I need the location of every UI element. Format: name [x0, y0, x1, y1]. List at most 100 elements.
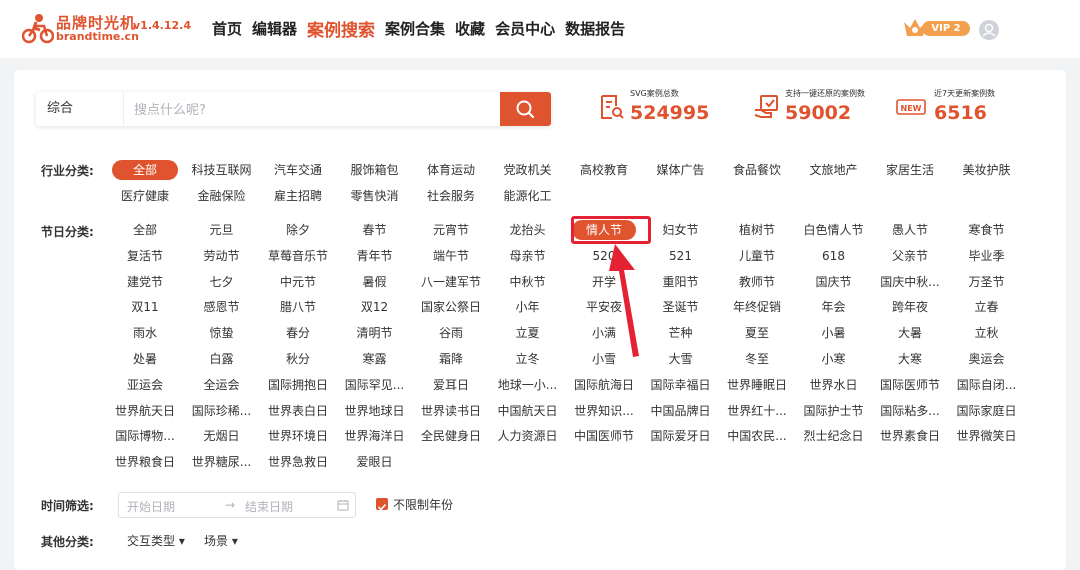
holiday-tag[interactable]: 小暑 — [798, 323, 870, 343]
holiday-tag[interactable]: 中国农民... — [721, 426, 793, 446]
holiday-tag[interactable]: 跨年夜 — [874, 297, 946, 317]
search-type-select[interactable]: 综合 — [36, 92, 124, 126]
holiday-tag[interactable]: 端午节 — [415, 246, 487, 266]
holiday-tag[interactable]: 七夕 — [186, 272, 258, 292]
industry-tag[interactable]: 食品餐饮 — [721, 160, 793, 180]
holiday-tag[interactable]: 白色情人节 — [798, 220, 870, 240]
industry-tag[interactable]: 社会服务 — [415, 186, 487, 206]
holiday-tag[interactable]: 立秋 — [951, 323, 1023, 343]
industry-tag[interactable]: 零售快消 — [339, 186, 411, 206]
nav-member-center[interactable]: 会员中心 — [495, 18, 555, 41]
holiday-tag[interactable]: 世界急救日 — [262, 452, 334, 472]
holiday-tag[interactable]: 立夏 — [492, 323, 564, 343]
holiday-tag[interactable]: 国际爱牙日 — [645, 426, 717, 446]
holiday-tag[interactable]: 春分 — [262, 323, 334, 343]
holiday-tag[interactable]: 龙抬头 — [492, 220, 564, 240]
holiday-tag[interactable]: 青年节 — [339, 246, 411, 266]
vip-badge[interactable]: VIP 2 — [902, 16, 970, 40]
holiday-tag[interactable]: 世界海洋日 — [339, 426, 411, 446]
holiday-tag[interactable]: 年终促销 — [721, 297, 793, 317]
holiday-tag[interactable]: 国际拥抱日 — [262, 375, 334, 395]
nav-case-collections[interactable]: 案例合集 — [385, 18, 445, 41]
holiday-tag[interactable]: 暑假 — [339, 272, 411, 292]
holiday-tag[interactable]: 小寒 — [798, 349, 870, 369]
holiday-tag[interactable]: 国际医师节 — [874, 375, 946, 395]
holiday-tag[interactable]: 人力资源日 — [492, 426, 564, 446]
holiday-tag[interactable]: 国际家庭日 — [951, 401, 1023, 421]
search-input[interactable] — [132, 92, 496, 128]
industry-tag[interactable]: 高校教育 — [568, 160, 640, 180]
holiday-tag[interactable]: 大雪 — [645, 349, 717, 369]
holiday-tag[interactable]: 世界红十... — [721, 401, 793, 421]
holiday-tag[interactable]: 世界环境日 — [262, 426, 334, 446]
industry-tag[interactable]: 家居生活 — [874, 160, 946, 180]
nav-case-search[interactable]: 案例搜索 — [307, 16, 375, 41]
holiday-tag[interactable]: 草莓音乐节 — [262, 246, 334, 266]
holiday-tag[interactable]: 国际博物... — [109, 426, 181, 446]
holiday-tag[interactable]: 谷雨 — [415, 323, 487, 343]
holiday-tag[interactable]: 爱耳日 — [415, 375, 487, 395]
holiday-tag[interactable]: 世界微笑日 — [951, 426, 1023, 446]
holiday-tag[interactable]: 植树节 — [721, 220, 793, 240]
holiday-tag[interactable]: 世界糖尿... — [186, 452, 258, 472]
industry-tag[interactable]: 体育运动 — [415, 160, 487, 180]
industry-tag[interactable]: 美妆护肤 — [951, 160, 1023, 180]
holiday-tag[interactable]: 618 — [798, 246, 870, 266]
holiday-tag[interactable]: 烈士纪念日 — [798, 426, 870, 446]
holiday-tag[interactable]: 国庆中秋... — [874, 272, 946, 292]
holiday-tag[interactable]: 重阳节 — [645, 272, 717, 292]
date-range-picker[interactable]: 开始日期 → 结束日期 — [118, 492, 356, 518]
holiday-tag[interactable]: 寒食节 — [951, 220, 1023, 240]
holiday-tag[interactable]: 霜降 — [415, 349, 487, 369]
holiday-tag[interactable]: 全运会 — [186, 375, 258, 395]
holiday-tag[interactable]: 世界知识... — [568, 401, 640, 421]
holiday-tag[interactable]: 年会 — [798, 297, 870, 317]
holiday-tag[interactable]: 万圣节 — [951, 272, 1023, 292]
holiday-tag[interactable]: 父亲节 — [874, 246, 946, 266]
holiday-tag[interactable]: 清明节 — [339, 323, 411, 343]
holiday-tag[interactable]: 国际护士节 — [798, 401, 870, 421]
holiday-tag[interactable]: 世界水日 — [798, 375, 870, 395]
holiday-tag[interactable]: 处暑 — [109, 349, 181, 369]
holiday-tag[interactable]: 寒露 — [339, 349, 411, 369]
industry-tag[interactable]: 党政机关 — [492, 160, 564, 180]
holiday-tag[interactable]: 国际罕见... — [339, 375, 411, 395]
holiday-tag[interactable]: 世界航天日 — [109, 401, 181, 421]
holiday-tag[interactable]: 元宵节 — [415, 220, 487, 240]
holiday-tag[interactable]: 全民健身日 — [415, 426, 487, 446]
holiday-tag[interactable]: 国家公祭日 — [415, 297, 487, 317]
scene-dropdown[interactable]: 场景 ▾ — [204, 532, 238, 549]
holiday-tag[interactable]: 圣诞节 — [645, 297, 717, 317]
holiday-tag[interactable]: 国际航海日 — [568, 375, 640, 395]
holiday-tag[interactable]: 白露 — [186, 349, 258, 369]
holiday-tag[interactable]: 教师节 — [721, 272, 793, 292]
holiday-tag[interactable]: 感恩节 — [186, 297, 258, 317]
industry-tag[interactable]: 医疗健康 — [109, 186, 181, 206]
holiday-tag[interactable]: 大暑 — [874, 323, 946, 343]
holiday-tag[interactable]: 亚运会 — [109, 375, 181, 395]
industry-tag[interactable]: 能源化工 — [492, 186, 564, 206]
holiday-tag[interactable]: 除夕 — [262, 220, 334, 240]
industry-tag[interactable]: 科技互联网 — [186, 160, 258, 180]
holiday-tag[interactable]: 小年 — [492, 297, 564, 317]
holiday-tag[interactable]: 中秋节 — [492, 272, 564, 292]
holiday-tag[interactable]: 复活节 — [109, 246, 181, 266]
holiday-tag[interactable]: 冬至 — [721, 349, 793, 369]
holiday-tag[interactable]: 夏至 — [721, 323, 793, 343]
holiday-tag[interactable]: 世界表白日 — [262, 401, 334, 421]
holiday-tag[interactable]: 毕业季 — [951, 246, 1023, 266]
holiday-tag[interactable]: 国际珍稀... — [186, 401, 258, 421]
holiday-tag[interactable]: 妇女节 — [645, 220, 717, 240]
holiday-tag[interactable]: 立春 — [951, 297, 1023, 317]
holiday-tag[interactable]: 八一建军节 — [415, 272, 487, 292]
holiday-tag[interactable]: 世界睡眠日 — [721, 375, 793, 395]
holiday-tag[interactable]: 中国航天日 — [492, 401, 564, 421]
interaction-type-dropdown[interactable]: 交互类型 ▾ — [127, 532, 185, 549]
nav-favorites[interactable]: 收藏 — [455, 18, 485, 41]
user-avatar[interactable] — [979, 20, 999, 40]
holiday-tag[interactable]: 大寒 — [874, 349, 946, 369]
holiday-tag[interactable]: 腊八节 — [262, 297, 334, 317]
holiday-tag[interactable]: 芒种 — [645, 323, 717, 343]
holiday-tag[interactable]: 双11 — [109, 297, 181, 317]
industry-tag[interactable]: 媒体广告 — [645, 160, 717, 180]
